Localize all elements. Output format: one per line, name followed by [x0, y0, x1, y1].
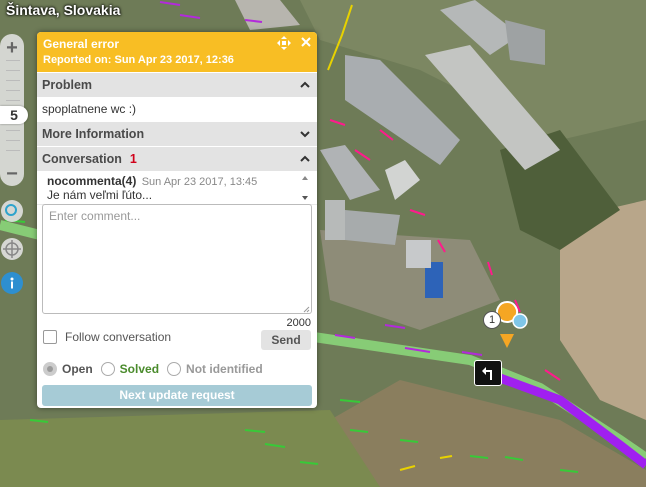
- status-solved-label[interactable]: Solved: [120, 362, 159, 376]
- follow-conversation-checkbox[interactable]: [43, 330, 57, 344]
- follow-conversation-label[interactable]: Follow conversation: [65, 330, 171, 344]
- message-date: Sun Apr 23 2017, 13:45: [141, 176, 258, 188]
- more-info-section-header[interactable]: More Information: [37, 121, 317, 146]
- update-request-panel: General error Reported on: Sun Apr 23 20…: [37, 32, 317, 408]
- locate-me-button[interactable]: [1, 238, 23, 260]
- conversation-count-badge: 1: [129, 152, 137, 166]
- problem-description: spoplatnene wc :): [42, 102, 137, 116]
- more-info-section-label: More Information: [42, 127, 145, 141]
- close-icon[interactable]: [301, 37, 311, 47]
- crosshair-icon: [3, 240, 21, 258]
- chevron-up-icon: [300, 81, 310, 88]
- search-location-button[interactable]: [1, 200, 23, 222]
- status-open-radio[interactable]: [43, 362, 57, 376]
- conversation-message: nocommenta(4) Sun Apr 23 2017, 13:45 Je …: [37, 171, 317, 205]
- center-on-map-icon[interactable]: [277, 36, 291, 50]
- comment-input[interactable]: [42, 204, 312, 314]
- conversation-section-label: Conversation: [42, 152, 122, 166]
- status-solved-radio[interactable]: [100, 362, 115, 376]
- chevron-up-icon: [300, 155, 310, 162]
- follow-conversation: Follow conversation: [43, 330, 171, 344]
- zoom-out-button[interactable]: −: [0, 162, 24, 186]
- chevron-down-icon: [300, 131, 310, 138]
- status-open-label[interactable]: Open: [62, 362, 93, 376]
- conversation-section-header[interactable]: Conversation 1: [37, 146, 317, 171]
- panel-title: General error: [43, 37, 120, 51]
- reported-date: Reported on: Sun Apr 23 2017, 12:36: [43, 54, 234, 66]
- zoom-level-indicator[interactable]: 5: [0, 106, 28, 124]
- problem-section-label: Problem: [42, 78, 93, 92]
- character-count: 2000: [286, 317, 311, 329]
- resize-grip-icon[interactable]: [303, 306, 310, 313]
- send-button[interactable]: Send: [261, 330, 311, 350]
- next-update-request-button[interactable]: Next update request: [42, 385, 312, 406]
- status-not-identified-label[interactable]: Not identified: [186, 362, 263, 376]
- magnifier-icon: [5, 204, 17, 216]
- problem-section-header[interactable]: Problem: [37, 72, 317, 97]
- conversation-scrollbar[interactable]: [301, 174, 309, 202]
- turn-left-arrow-icon: [482, 367, 492, 380]
- marker-count-badge[interactable]: 1: [483, 311, 501, 329]
- status-not-identified-radio[interactable]: [167, 362, 182, 376]
- panel-header: General error Reported on: Sun Apr 23 20…: [37, 32, 317, 72]
- location-title: Šintava, Slovakia: [6, 2, 121, 18]
- info-button[interactable]: [1, 272, 23, 294]
- info-icon: [10, 277, 14, 289]
- zoom-in-button[interactable]: +: [0, 36, 24, 60]
- status-radio-group: Open Solved Not identified: [43, 362, 271, 376]
- zoom-control: + 5 −: [0, 34, 28, 186]
- message-body: Je nám veľmi ľúto...: [47, 188, 153, 202]
- turn-restriction-marker[interactable]: [474, 360, 502, 386]
- message-author[interactable]: nocommenta(4): [47, 174, 136, 188]
